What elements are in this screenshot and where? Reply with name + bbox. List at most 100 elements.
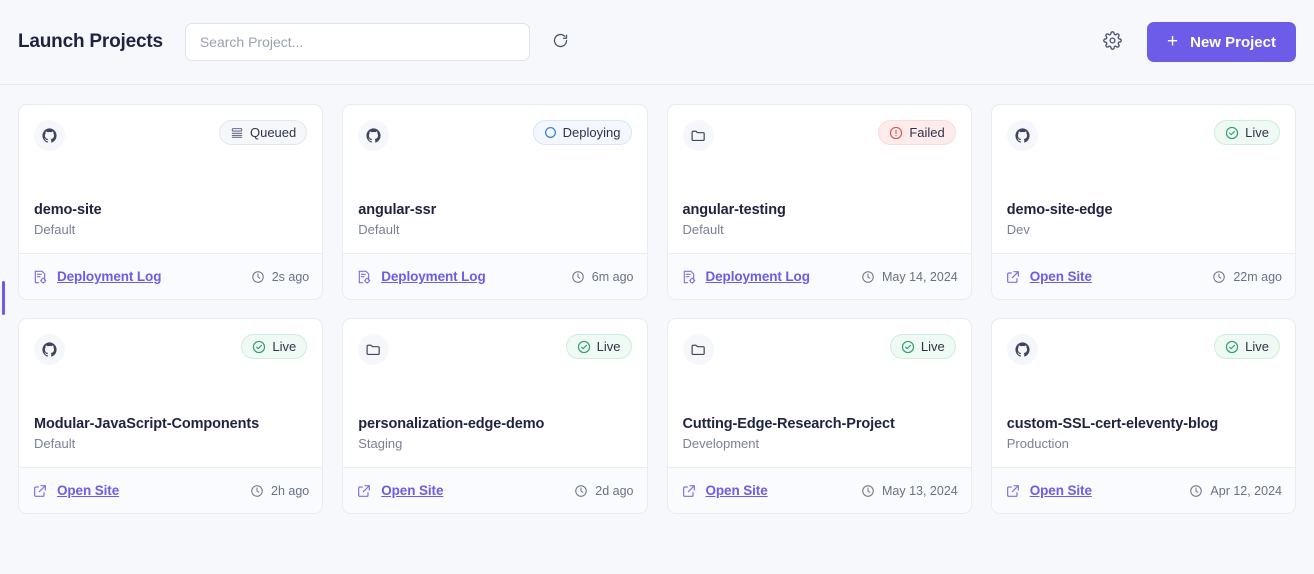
project-card[interactable]: Queued demo-site Default Deployment Log … bbox=[18, 104, 324, 300]
project-card-body: Live personalization-edge-demo Staging bbox=[343, 319, 646, 467]
project-action-link[interactable]: Open Site bbox=[681, 483, 768, 499]
project-card[interactable]: Live personalization-edge-demo Staging O… bbox=[342, 318, 648, 514]
project-action-link[interactable]: Open Site bbox=[1005, 269, 1092, 285]
project-card-footer: Deployment Log May 14, 2024 bbox=[667, 253, 971, 299]
project-card-body: Live Cutting-Edge-Research-Project Devel… bbox=[668, 319, 971, 467]
project-card-footer: Open Site 2d ago bbox=[343, 467, 647, 513]
status-badge-label: Failed bbox=[909, 125, 945, 140]
status-badge: Queued bbox=[218, 120, 308, 145]
project-timestamp: Apr 12, 2024 bbox=[1189, 484, 1282, 498]
check-circle-icon bbox=[577, 340, 591, 354]
github-icon bbox=[358, 120, 390, 151]
github-icon bbox=[34, 120, 65, 151]
external-link-icon bbox=[356, 483, 372, 499]
project-card-header: Live bbox=[34, 334, 308, 365]
project-card-footer: Open Site 22m ago bbox=[991, 253, 1295, 299]
settings-button[interactable] bbox=[1099, 29, 1125, 55]
project-card[interactable]: Live Cutting-Edge-Research-Project Devel… bbox=[666, 318, 972, 514]
new-project-button[interactable]: + New Project bbox=[1147, 22, 1296, 62]
external-link-icon bbox=[1005, 483, 1021, 499]
project-card-header: Queued bbox=[34, 120, 308, 151]
project-action-link[interactable]: Deployment Log bbox=[681, 269, 810, 285]
project-name: personalization-edge-demo bbox=[358, 416, 545, 433]
project-identity: Cutting-Edge-Research-Project Developmen… bbox=[683, 415, 956, 467]
project-card-footer: Open Site 2h ago bbox=[19, 467, 323, 513]
header-actions: + New Project bbox=[1099, 22, 1296, 62]
project-card-header: Failed bbox=[682, 120, 956, 151]
project-timestamp-label: 2d ago bbox=[595, 483, 634, 498]
project-identity: angular-ssr Default bbox=[358, 201, 631, 253]
check-circle-icon bbox=[252, 340, 266, 354]
project-action-link[interactable]: Deployment Log bbox=[356, 269, 486, 285]
project-card-body: Live demo-site-edge Dev bbox=[992, 105, 1295, 253]
clock-icon bbox=[574, 484, 588, 498]
project-name: angular-testing bbox=[682, 202, 786, 219]
project-action-link[interactable]: Open Site bbox=[32, 483, 119, 499]
project-card-footer: Open Site Apr 12, 2024 bbox=[991, 467, 1295, 513]
clock-icon bbox=[250, 484, 264, 498]
project-card-body: Live Modular-JavaScript-Components Defau… bbox=[19, 319, 322, 467]
projects-grid: Queued demo-site Default Deployment Log … bbox=[0, 85, 1314, 514]
project-timestamp-label: 2s ago bbox=[271, 269, 310, 284]
github-icon bbox=[1006, 120, 1038, 151]
project-action-link[interactable]: Open Site bbox=[356, 483, 443, 499]
project-card-footer: Deployment Log 6m ago bbox=[343, 253, 647, 299]
status-badge: Live bbox=[241, 334, 308, 359]
status-badge-label: Live bbox=[920, 339, 945, 354]
project-action-label: Deployment Log bbox=[57, 269, 162, 284]
status-badge-label: Queued bbox=[249, 125, 297, 140]
status-badge-label: Live bbox=[596, 339, 621, 354]
project-timestamp-label: May 14, 2024 bbox=[882, 269, 958, 284]
project-card[interactable]: Deploying angular-ssr Default Deployment… bbox=[342, 104, 648, 300]
project-timestamp: 2h ago bbox=[250, 484, 309, 498]
project-card-body: Queued demo-site Default bbox=[19, 105, 322, 253]
project-card-header: Live bbox=[1006, 120, 1280, 151]
project-card-header: Live bbox=[358, 334, 632, 365]
project-card-header: Live bbox=[682, 334, 956, 365]
new-project-label: New Project bbox=[1190, 33, 1276, 51]
project-card[interactable]: Failed angular-testing Default Deploymen… bbox=[666, 104, 972, 300]
project-name: Cutting-Edge-Research-Project bbox=[682, 416, 895, 433]
project-card[interactable]: Live demo-site-edge Dev Open Site 22m ag… bbox=[990, 104, 1296, 300]
project-name: custom-SSL-cert-eleventy-blog bbox=[1006, 416, 1219, 433]
project-card-body: Deploying angular-ssr Default bbox=[343, 105, 646, 253]
project-identity: demo-site Default bbox=[34, 201, 307, 253]
project-card[interactable]: Live custom-SSL-cert-eleventy-blog Produ… bbox=[990, 318, 1296, 514]
project-action-label: Open Site bbox=[381, 483, 444, 498]
status-badge: Live bbox=[1214, 334, 1280, 359]
project-environment: Staging bbox=[358, 436, 403, 452]
project-action-link[interactable]: Deployment Log bbox=[32, 269, 161, 285]
status-badge: Live bbox=[1214, 120, 1280, 145]
project-action-link[interactable]: Open Site bbox=[1005, 483, 1092, 499]
check-circle-icon bbox=[1225, 126, 1239, 140]
status-badge: Live bbox=[565, 334, 632, 359]
check-circle-icon bbox=[901, 340, 915, 354]
deployment-log-icon bbox=[32, 269, 48, 285]
project-timestamp-label: Apr 12, 2024 bbox=[1210, 483, 1282, 498]
project-identity: custom-SSL-cert-eleventy-blog Production bbox=[1007, 415, 1280, 467]
project-card-body: Live custom-SSL-cert-eleventy-blog Produ… bbox=[992, 319, 1295, 467]
search-field-wrapper bbox=[184, 23, 530, 61]
page-header: Launch Projects + New Project bbox=[0, 0, 1314, 85]
project-timestamp-label: 22m ago bbox=[1233, 269, 1282, 284]
project-timestamp: 22m ago bbox=[1212, 270, 1282, 284]
project-name: demo-site bbox=[34, 202, 102, 219]
project-card[interactable]: Live Modular-JavaScript-Components Defau… bbox=[18, 318, 324, 514]
project-action-label: Open Site bbox=[57, 483, 120, 498]
refresh-button[interactable] bbox=[546, 27, 576, 57]
status-badge: Live bbox=[889, 334, 956, 359]
project-timestamp-label: 6m ago bbox=[591, 269, 634, 284]
project-timestamp-label: May 13, 2024 bbox=[882, 483, 958, 498]
page-title: Launch Projects bbox=[18, 31, 163, 52]
project-action-label: Deployment Log bbox=[705, 269, 810, 284]
project-timestamp: May 14, 2024 bbox=[861, 270, 958, 284]
clock-icon bbox=[861, 270, 875, 284]
status-badge-label: Live bbox=[272, 339, 297, 354]
project-environment: Default bbox=[358, 222, 400, 238]
status-badge-label: Live bbox=[1245, 339, 1269, 354]
search-input[interactable] bbox=[184, 23, 530, 61]
refresh-icon bbox=[552, 32, 569, 52]
folder-icon bbox=[682, 334, 714, 365]
project-environment: Dev bbox=[1006, 222, 1030, 238]
active-page-indicator bbox=[2, 281, 5, 315]
